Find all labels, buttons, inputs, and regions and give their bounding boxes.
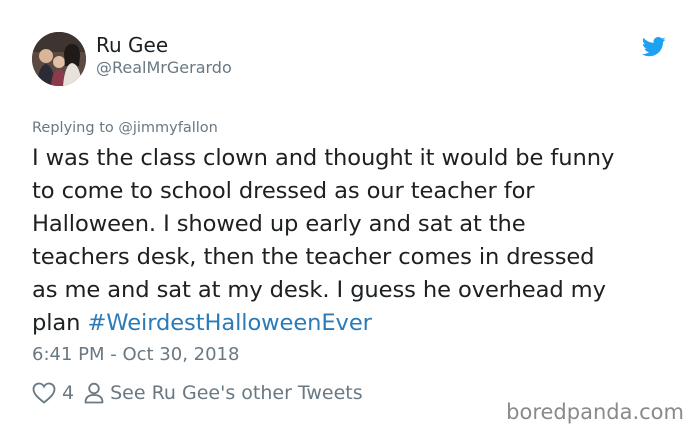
replying-to-label: Replying to [32,120,114,136]
replying-to: Replying to @jimmyfallon [32,119,218,137]
tweet-actions: 4 See Ru Gee's other Tweets [32,380,363,406]
avatar[interactable] [32,32,86,86]
hashtag-link[interactable]: #WeirdestHalloweenEver [87,310,371,336]
tweet-line: Halloween. I showed up early and sat at … [32,211,526,237]
tweet-card: Ru Gee @RealMrGerardo Replying to @jimmy… [0,0,700,436]
tweet-line: I was the class clown and thought it wou… [32,145,615,171]
tweet-line: to come to school dressed as our teacher… [32,178,535,204]
tweet-line: teachers desk, then the teacher comes in… [32,244,595,270]
tweet-line: as me and sat at my desk. I guess he ove… [32,277,606,303]
other-tweets-link[interactable]: See Ru Gee's other Tweets [110,382,363,404]
tweet-line: plan [32,310,88,336]
tweet-line-last: plan #WeirdestHalloweenEver [32,307,682,340]
twitter-bird-icon[interactable] [642,37,666,57]
heart-icon[interactable] [32,382,56,404]
tweet-text: I was the class clown and thought it wou… [32,142,682,340]
tweet-timestamp[interactable]: 6:41 PM - Oct 30, 2018 [32,344,239,366]
user-handle[interactable]: @RealMrGerardo [96,58,232,78]
person-icon [84,382,104,404]
display-name[interactable]: Ru Gee [96,33,168,57]
like-count[interactable]: 4 [62,382,74,404]
watermark: boredpanda.com [506,400,684,424]
reply-mention-link[interactable]: @jimmyfallon [118,120,218,136]
